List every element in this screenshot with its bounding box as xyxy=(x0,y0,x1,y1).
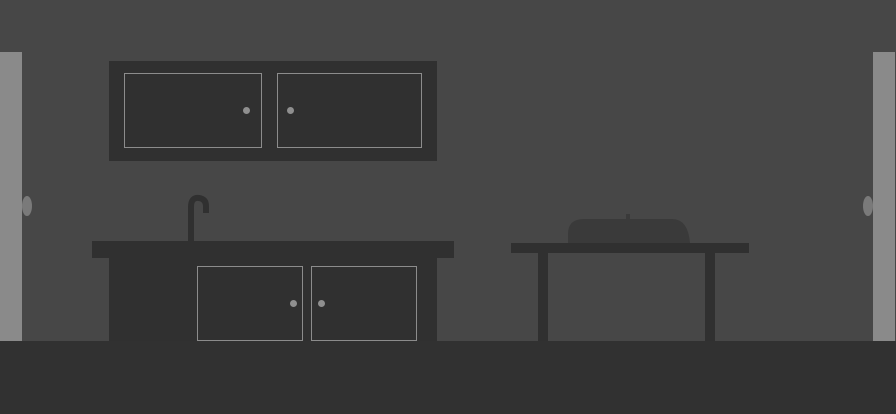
lower-left-handle[interactable] xyxy=(290,300,297,307)
kitchen-scene xyxy=(0,0,896,414)
left-door-knob[interactable] xyxy=(22,196,32,216)
floor xyxy=(0,341,896,414)
upper-cabinet-left-door[interactable] xyxy=(124,73,262,148)
left-door[interactable] xyxy=(0,52,22,341)
lower-cabinet-left-door[interactable] xyxy=(197,266,303,341)
right-door[interactable] xyxy=(873,52,895,341)
lower-cabinet-right-door[interactable] xyxy=(311,266,417,341)
table-leg-left xyxy=(538,253,548,341)
upper-right-handle[interactable] xyxy=(287,107,294,114)
counter-top[interactable] xyxy=(92,241,454,258)
table-top[interactable] xyxy=(511,243,749,253)
upper-cabinet-right-door[interactable] xyxy=(277,73,422,148)
lower-right-handle[interactable] xyxy=(318,300,325,307)
upper-left-handle[interactable] xyxy=(243,107,250,114)
faucet-icon[interactable] xyxy=(180,192,216,244)
table-leg-right xyxy=(705,253,715,341)
cloche-icon[interactable] xyxy=(566,212,692,244)
right-door-knob[interactable] xyxy=(863,196,873,216)
